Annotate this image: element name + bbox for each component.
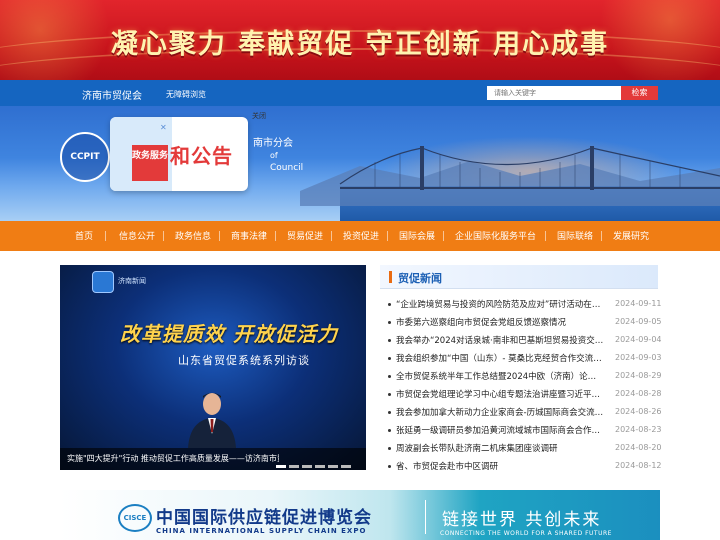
bullet-icon — [388, 303, 391, 306]
nav-item-home[interactable]: 首页 — [75, 229, 93, 242]
news-item-date: 2024-09-04 — [615, 335, 662, 344]
bullet-icon — [388, 375, 391, 378]
news-channel-name: 济南新闻 — [118, 277, 146, 285]
news-list-item[interactable]: 省、市贸促会赴市中区调研 2024-08-12 — [388, 458, 662, 476]
bullet-icon — [388, 465, 391, 468]
nav-item-gov-info[interactable]: 政务信息 — [175, 229, 211, 242]
nav-separator — [387, 231, 388, 241]
nav-item-development-research[interactable]: 发展研究 — [613, 229, 649, 242]
news-item-date: 2024-08-23 — [615, 425, 662, 434]
news-item-date: 2024-08-12 — [615, 461, 662, 470]
slogan-banner: 凝心聚力 奉献贸促 守正创新 用心成事 — [0, 0, 720, 80]
expo-divider — [425, 500, 426, 534]
video-subtitle: 山东省贸促系统系列访谈 — [178, 354, 310, 367]
nav-separator — [443, 231, 444, 241]
video-caption[interactable]: 实施"四大提升"行动 推动贸促工作高质量发展——访济南市贸促会党组书记、会长 — [67, 453, 279, 464]
news-list-item[interactable]: 我会组织参加“中国（山东）- 莫桑比克经贸合作交流会” 2024-09-03 — [388, 350, 662, 368]
page: 凝心聚力 奉献贸促 守正创新 用心成事 济南市贸促会 无障碍浏览 检索 — [0, 0, 720, 540]
news-item-title[interactable]: 周波副会长带队赴济南二机床集团座谈调研 — [396, 442, 604, 454]
nav-separator — [601, 231, 602, 241]
news-channel-logo — [92, 271, 114, 293]
news-list-item[interactable]: 全市贸促系统半年工作总结暨2024中欧（济南）论坛筹备会召开 2024-08-2… — [388, 368, 662, 386]
hero-org-name: 南市分会 — [253, 138, 293, 149]
news-item-title[interactable]: 省、市贸促会赴市中区调研 — [396, 460, 604, 472]
bullet-icon — [388, 393, 391, 396]
nav-separator — [275, 231, 276, 241]
slogan-text: 凝心聚力 奉献贸促 守正创新 用心成事 — [110, 29, 610, 60]
expo-slogan-cn: 链接世界 共创未来 — [442, 510, 602, 530]
carousel-dot[interactable] — [328, 465, 338, 468]
close-icon[interactable]: ✕ — [160, 123, 167, 132]
popup-close-button[interactable]: 关闭 — [252, 111, 266, 121]
news-item-title[interactable]: 我会参加加拿大新动力企业家商会-历城国际商会交流活动 — [396, 406, 604, 418]
nav-separator — [331, 231, 332, 241]
bullet-icon — [388, 357, 391, 360]
hero-org-name-en-line1: of — [270, 151, 278, 160]
news-item-date: 2024-09-03 — [615, 353, 662, 362]
nav-separator — [105, 231, 106, 241]
news-item-title[interactable]: 我会举办“2024对话泉城·南非和巴基斯坦贸易投资交流会” — [396, 334, 604, 346]
news-list-item[interactable]: 我会举办“2024对话泉城·南非和巴基斯坦贸易投资交流会” 2024-09-04 — [388, 332, 662, 350]
nav-separator — [545, 231, 546, 241]
search-button[interactable]: 检索 — [621, 86, 658, 100]
news-item-date: 2024-08-26 — [615, 407, 662, 416]
bullet-icon — [388, 429, 391, 432]
news-list-item[interactable]: “企业跨境贸易与投资的风险防范及应对”研讨活动在济举办 2024-09-11 — [388, 296, 662, 314]
section-marker — [389, 271, 392, 283]
bullet-icon — [388, 411, 391, 414]
nav-item-international-expo[interactable]: 国际会展 — [399, 229, 435, 242]
news-list-item[interactable]: 周波副会长带队赴济南二机床集团座谈调研 2024-08-20 — [388, 440, 662, 458]
news-item-date: 2024-08-29 — [615, 371, 662, 380]
ccpit-logo[interactable]: CCPIT — [60, 132, 110, 182]
news-list-item[interactable]: 张延勇一级调研员参加沿黄河流域城市国际商会合作交流活动 2024-08-23 — [388, 422, 662, 440]
carousel-dot[interactable] — [289, 465, 299, 468]
popup-title: 和公告 — [170, 144, 233, 168]
bullet-icon — [388, 339, 391, 342]
nav-separator — [219, 231, 220, 241]
nav-item-international-liaison[interactable]: 国际联络 — [557, 229, 593, 242]
hero-org-name-en-line2: Council — [270, 163, 304, 173]
cisce-logo: CISCE — [118, 504, 152, 532]
nav-separator — [163, 231, 164, 241]
carousel-dot[interactable] — [302, 465, 312, 468]
news-list-item[interactable]: 市贸促会党组理论学习中心组专题法治讲座暨习近平法治思想学习 2024-08-28 — [388, 386, 662, 404]
news-item-date: 2024-09-11 — [615, 299, 662, 308]
carousel-indicators — [276, 456, 354, 468]
carousel-dot[interactable] — [276, 465, 286, 468]
nav-item-info-disclosure[interactable]: 信息公开 — [119, 229, 155, 242]
gov-service-badge: 政务服务 — [132, 145, 168, 181]
bullet-icon — [388, 447, 391, 450]
news-list-item[interactable]: 我会参加加拿大新动力企业家商会-历城国际商会交流活动 2024-08-26 — [388, 404, 662, 422]
bullet-icon — [388, 321, 391, 324]
expo-title-en: CHINA INTERNATIONAL SUPPLY CHAIN EXPO — [156, 527, 367, 535]
news-item-title[interactable]: 我会组织参加“中国（山东）- 莫桑比克经贸合作交流会” — [396, 352, 604, 364]
news-item-date: 2024-09-05 — [615, 317, 662, 326]
news-list-item[interactable]: 市委第六巡察组向市贸促会党组反馈巡察情况 2024-09-05 — [388, 314, 662, 332]
carousel-dot[interactable] — [341, 465, 351, 468]
expo-slogan-en: CONNECTING THE WORLD FOR A SHARED FUTURE — [440, 530, 612, 537]
news-item-date: 2024-08-20 — [615, 443, 662, 452]
expo-title-cn: 中国国际供应链促进博览会 — [156, 508, 372, 528]
nav-item-enterprise-platform[interactable]: 企业国际化服务平台 — [455, 229, 536, 242]
nav-item-commercial-law[interactable]: 商事法律 — [231, 229, 267, 242]
news-item-title[interactable]: 市贸促会党组理论学习中心组专题法治讲座暨习近平法治思想学习 — [396, 388, 604, 400]
accessibility-link[interactable]: 无障碍浏览 — [166, 89, 206, 100]
site-name-link[interactable]: 济南市贸促会 — [82, 87, 142, 102]
news-section-title[interactable]: 贸促新闻 — [398, 270, 442, 286]
news-item-title[interactable]: 市委第六巡察组向市贸促会党组反馈巡察情况 — [396, 316, 604, 328]
nav-item-investment-promotion[interactable]: 投资促进 — [343, 229, 379, 242]
news-item-title[interactable]: 张延勇一级调研员参加沿黄河流域城市国际商会合作交流活动 — [396, 424, 604, 436]
search-input[interactable] — [487, 86, 621, 100]
interviewee-figure — [188, 393, 236, 448]
carousel-dot[interactable] — [315, 465, 325, 468]
news-item-date: 2024-08-28 — [615, 389, 662, 398]
video-slogan: 改革提质效 开放促活力 — [120, 322, 338, 346]
nav-item-trade-promotion[interactable]: 贸易促进 — [287, 229, 323, 242]
news-item-title[interactable]: “企业跨境贸易与投资的风险防范及应对”研讨活动在济举办 — [396, 298, 604, 310]
news-item-title[interactable]: 全市贸促系统半年工作总结暨2024中欧（济南）论坛筹备会召开 — [396, 370, 604, 382]
